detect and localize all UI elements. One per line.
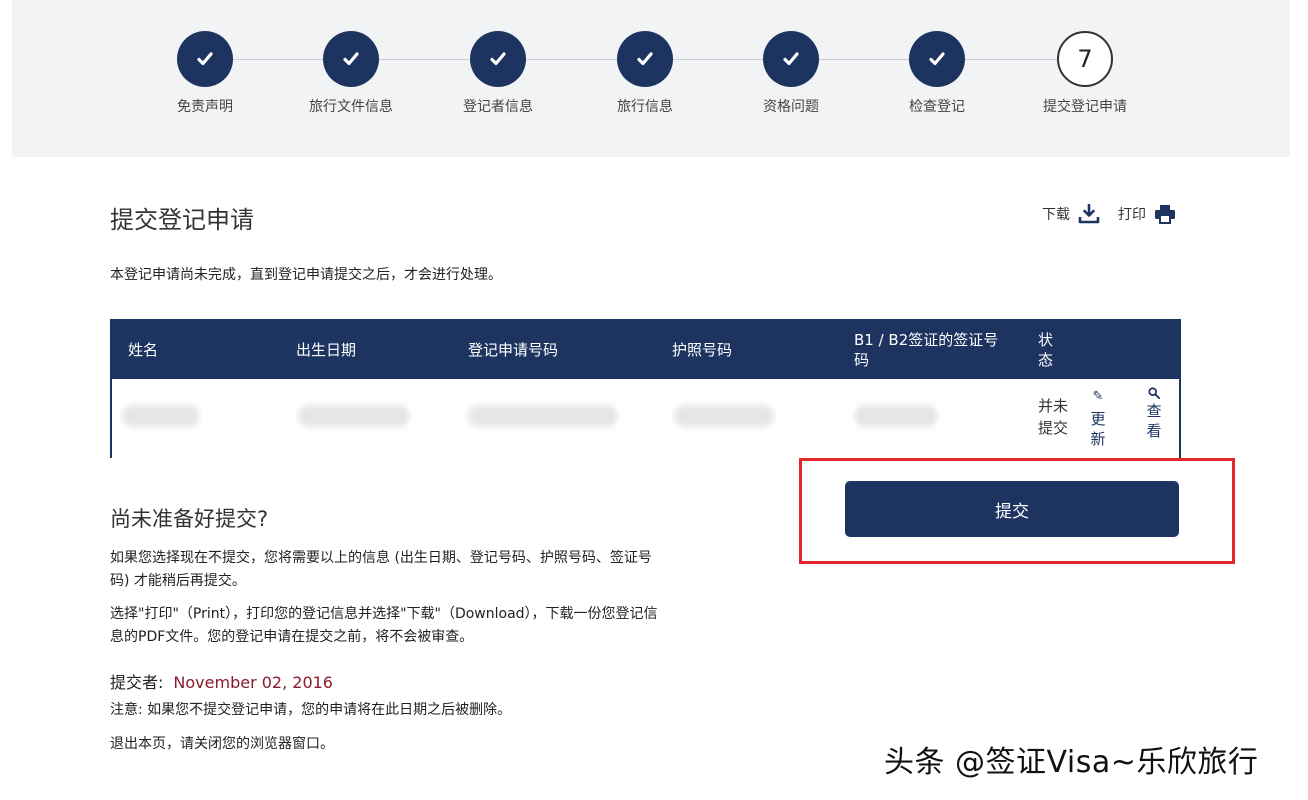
check-icon	[909, 31, 965, 87]
update-label-line1: 更	[1090, 410, 1106, 428]
check-icon	[617, 31, 673, 87]
step-label: 检查登记	[909, 99, 965, 115]
step-registrant-info[interactable]: 登记者信息	[428, 31, 568, 116]
redacted-name	[122, 405, 200, 427]
table-header: 姓名 出生日期 登记申请号码 护照号码 B1 / B2签证的签证号 码 状 态	[112, 321, 1179, 379]
step-travel-docs[interactable]: 旅行文件信息	[281, 31, 421, 116]
status-cell: 并未 提交	[1008, 395, 1068, 439]
download-button[interactable]: 下载	[1042, 204, 1100, 224]
header-visa-number-line1: B1 / B2签证的签证号	[854, 331, 999, 349]
redacted-application-number	[468, 405, 618, 427]
deletion-note: 注意: 如果您不提交登记申请，您的申请将在此日期之后被删除。	[110, 702, 512, 718]
intro-text: 本登记申请尚未完成，直到登记申请提交之后，才会进行处理。	[110, 267, 502, 283]
paragraph-line: 码) 才能稍后再提交。	[110, 573, 246, 589]
step-label: 旅行信息	[617, 99, 673, 115]
step-travel-info[interactable]: 旅行信息	[575, 31, 715, 116]
not-ready-heading: 尚未准备好提交?	[110, 507, 269, 531]
step-label: 免责声明	[177, 99, 233, 115]
printer-icon	[1155, 205, 1175, 224]
step-review[interactable]: 检查登记	[867, 31, 1007, 116]
header-visa-number: B1 / B2签证的签证号 码	[854, 321, 998, 379]
header-name: 姓名	[128, 341, 159, 359]
paragraph-line: 选择"打印"（Print），打印您的登记信息并选择"下载"（Download），…	[110, 606, 658, 622]
update-label-line2: 新	[1090, 430, 1106, 448]
application-table: 姓名 出生日期 登记申请号码 护照号码 B1 / B2签证的签证号 码 状 态 …	[110, 319, 1181, 458]
redacted-passport	[674, 405, 774, 427]
redacted-visa-number	[854, 405, 938, 427]
print-button[interactable]: 打印	[1118, 204, 1176, 224]
check-icon	[323, 31, 379, 87]
header-visa-number-line2: 码	[854, 351, 870, 369]
header-status-line1: 状	[1038, 331, 1054, 349]
paragraph-line: 息的PDF文件。您的登记申请在提交之前，将不会被审查。	[110, 629, 474, 645]
pencil-icon: ✎	[1092, 389, 1104, 404]
watermark: 头条 @签证Visa~乐欣旅行	[884, 745, 1259, 780]
magnifier-icon	[1148, 387, 1160, 399]
update-link[interactable]: ✎ 更 新	[1086, 387, 1110, 449]
not-ready-paragraph-2: 选择"打印"（Print），打印您的登记信息并选择"下载"（Download），…	[110, 603, 730, 649]
paragraph-line: 如果您选择现在不提交，您将需要以上的信息 (出生日期、登记号码、护照号码、签证号	[110, 550, 652, 566]
header-application-number: 登记申请号码	[468, 341, 559, 359]
step-label: 提交登记申请	[1043, 99, 1127, 115]
status-line2: 提交	[1037, 419, 1068, 437]
check-icon	[177, 31, 233, 87]
submit-button[interactable]: 提交	[845, 481, 1179, 537]
header-dob: 出生日期	[296, 341, 357, 359]
step-submit: 7 提交登记申请	[1015, 31, 1155, 116]
check-icon	[763, 31, 819, 87]
status-line1: 并未	[1037, 397, 1068, 415]
header-passport: 护照号码	[672, 341, 733, 359]
step-label: 资格问题	[763, 99, 819, 115]
download-label: 下载	[1042, 207, 1070, 223]
header-status-line2: 态	[1038, 351, 1054, 369]
step-number: 7	[1057, 31, 1113, 87]
submit-by: 提交者: November 02, 2016	[110, 669, 333, 693]
submit-by-label: 提交者:	[110, 673, 164, 692]
view-label-line2: 看	[1146, 422, 1162, 440]
step-label: 旅行文件信息	[309, 99, 393, 115]
download-icon	[1078, 204, 1100, 224]
table-row: 并未 提交 ✎ 更 新 查 看	[112, 379, 1179, 458]
not-ready-paragraph-1: 如果您选择现在不提交，您将需要以上的信息 (出生日期、登记号码、护照号码、签证号…	[110, 547, 730, 593]
check-icon	[470, 31, 526, 87]
exit-instruction: 退出本页，请关闭您的浏览器窗口。	[110, 736, 334, 752]
toolbar: 下载 打印	[1042, 204, 1176, 224]
step-label: 登记者信息	[463, 99, 533, 115]
print-label: 打印	[1118, 207, 1146, 223]
redacted-dob	[298, 405, 410, 427]
view-link[interactable]: 查 看	[1142, 387, 1166, 441]
submit-by-date: November 02, 2016	[173, 673, 333, 692]
view-label-line1: 查	[1146, 402, 1162, 420]
step-eligibility[interactable]: 资格问题	[721, 31, 861, 116]
step-disclaimer[interactable]: 免责声明	[135, 31, 275, 116]
header-status: 状 态	[1038, 321, 1053, 379]
page-title: 提交登记申请	[110, 206, 254, 234]
